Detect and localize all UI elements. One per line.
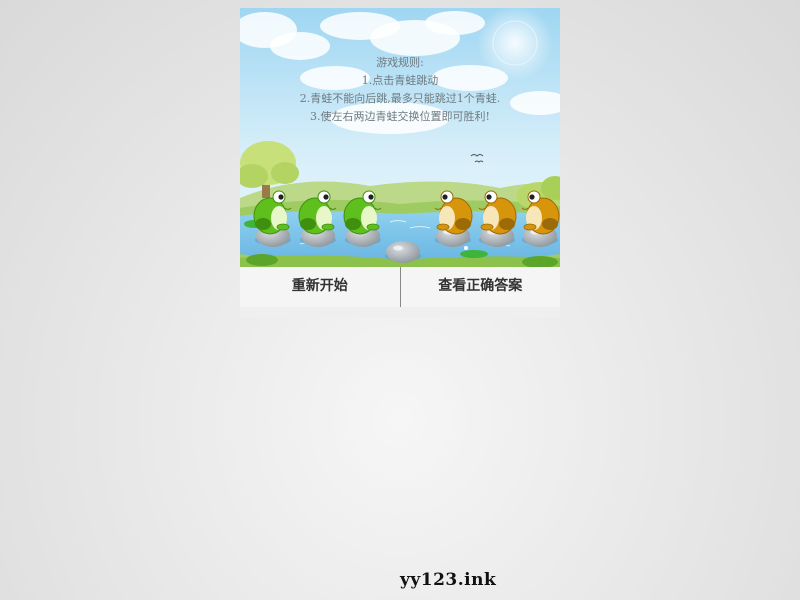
rule-line-2: 2.青蛙不能向后跳,最多只能跳过1个青蛙. bbox=[299, 92, 501, 105]
rules-title: 游戏规则: bbox=[376, 56, 424, 69]
game-scene: 游戏规则: 1.点击青蛙跳动 2.青蛙不能向后跳,最多只能跳过1个青蛙. 3.使… bbox=[240, 8, 560, 267]
control-bar: 重新开始 查看正确答案 bbox=[240, 267, 560, 307]
pond-scene bbox=[240, 8, 560, 267]
lily-pad bbox=[460, 250, 488, 258]
show-answer-button[interactable]: 查看正确答案 bbox=[399, 267, 561, 307]
site-watermark: yy123.ink bbox=[400, 570, 497, 590]
rule-line-3: 3.使左右两边青蛙交换位置即可胜利! bbox=[310, 110, 490, 123]
restart-button[interactable]: 重新开始 bbox=[240, 267, 400, 307]
game-panel: 游戏规则: 1.点击青蛙跳动 2.青蛙不能向后跳,最多只能跳过1个青蛙. 3.使… bbox=[240, 8, 560, 318]
rules-panel: 游戏规则: 1.点击青蛙跳动 2.青蛙不能向后跳,最多只能跳过1个青蛙. 3.使… bbox=[240, 54, 560, 126]
rule-line-1: 1.点击青蛙跳动 bbox=[361, 74, 439, 87]
